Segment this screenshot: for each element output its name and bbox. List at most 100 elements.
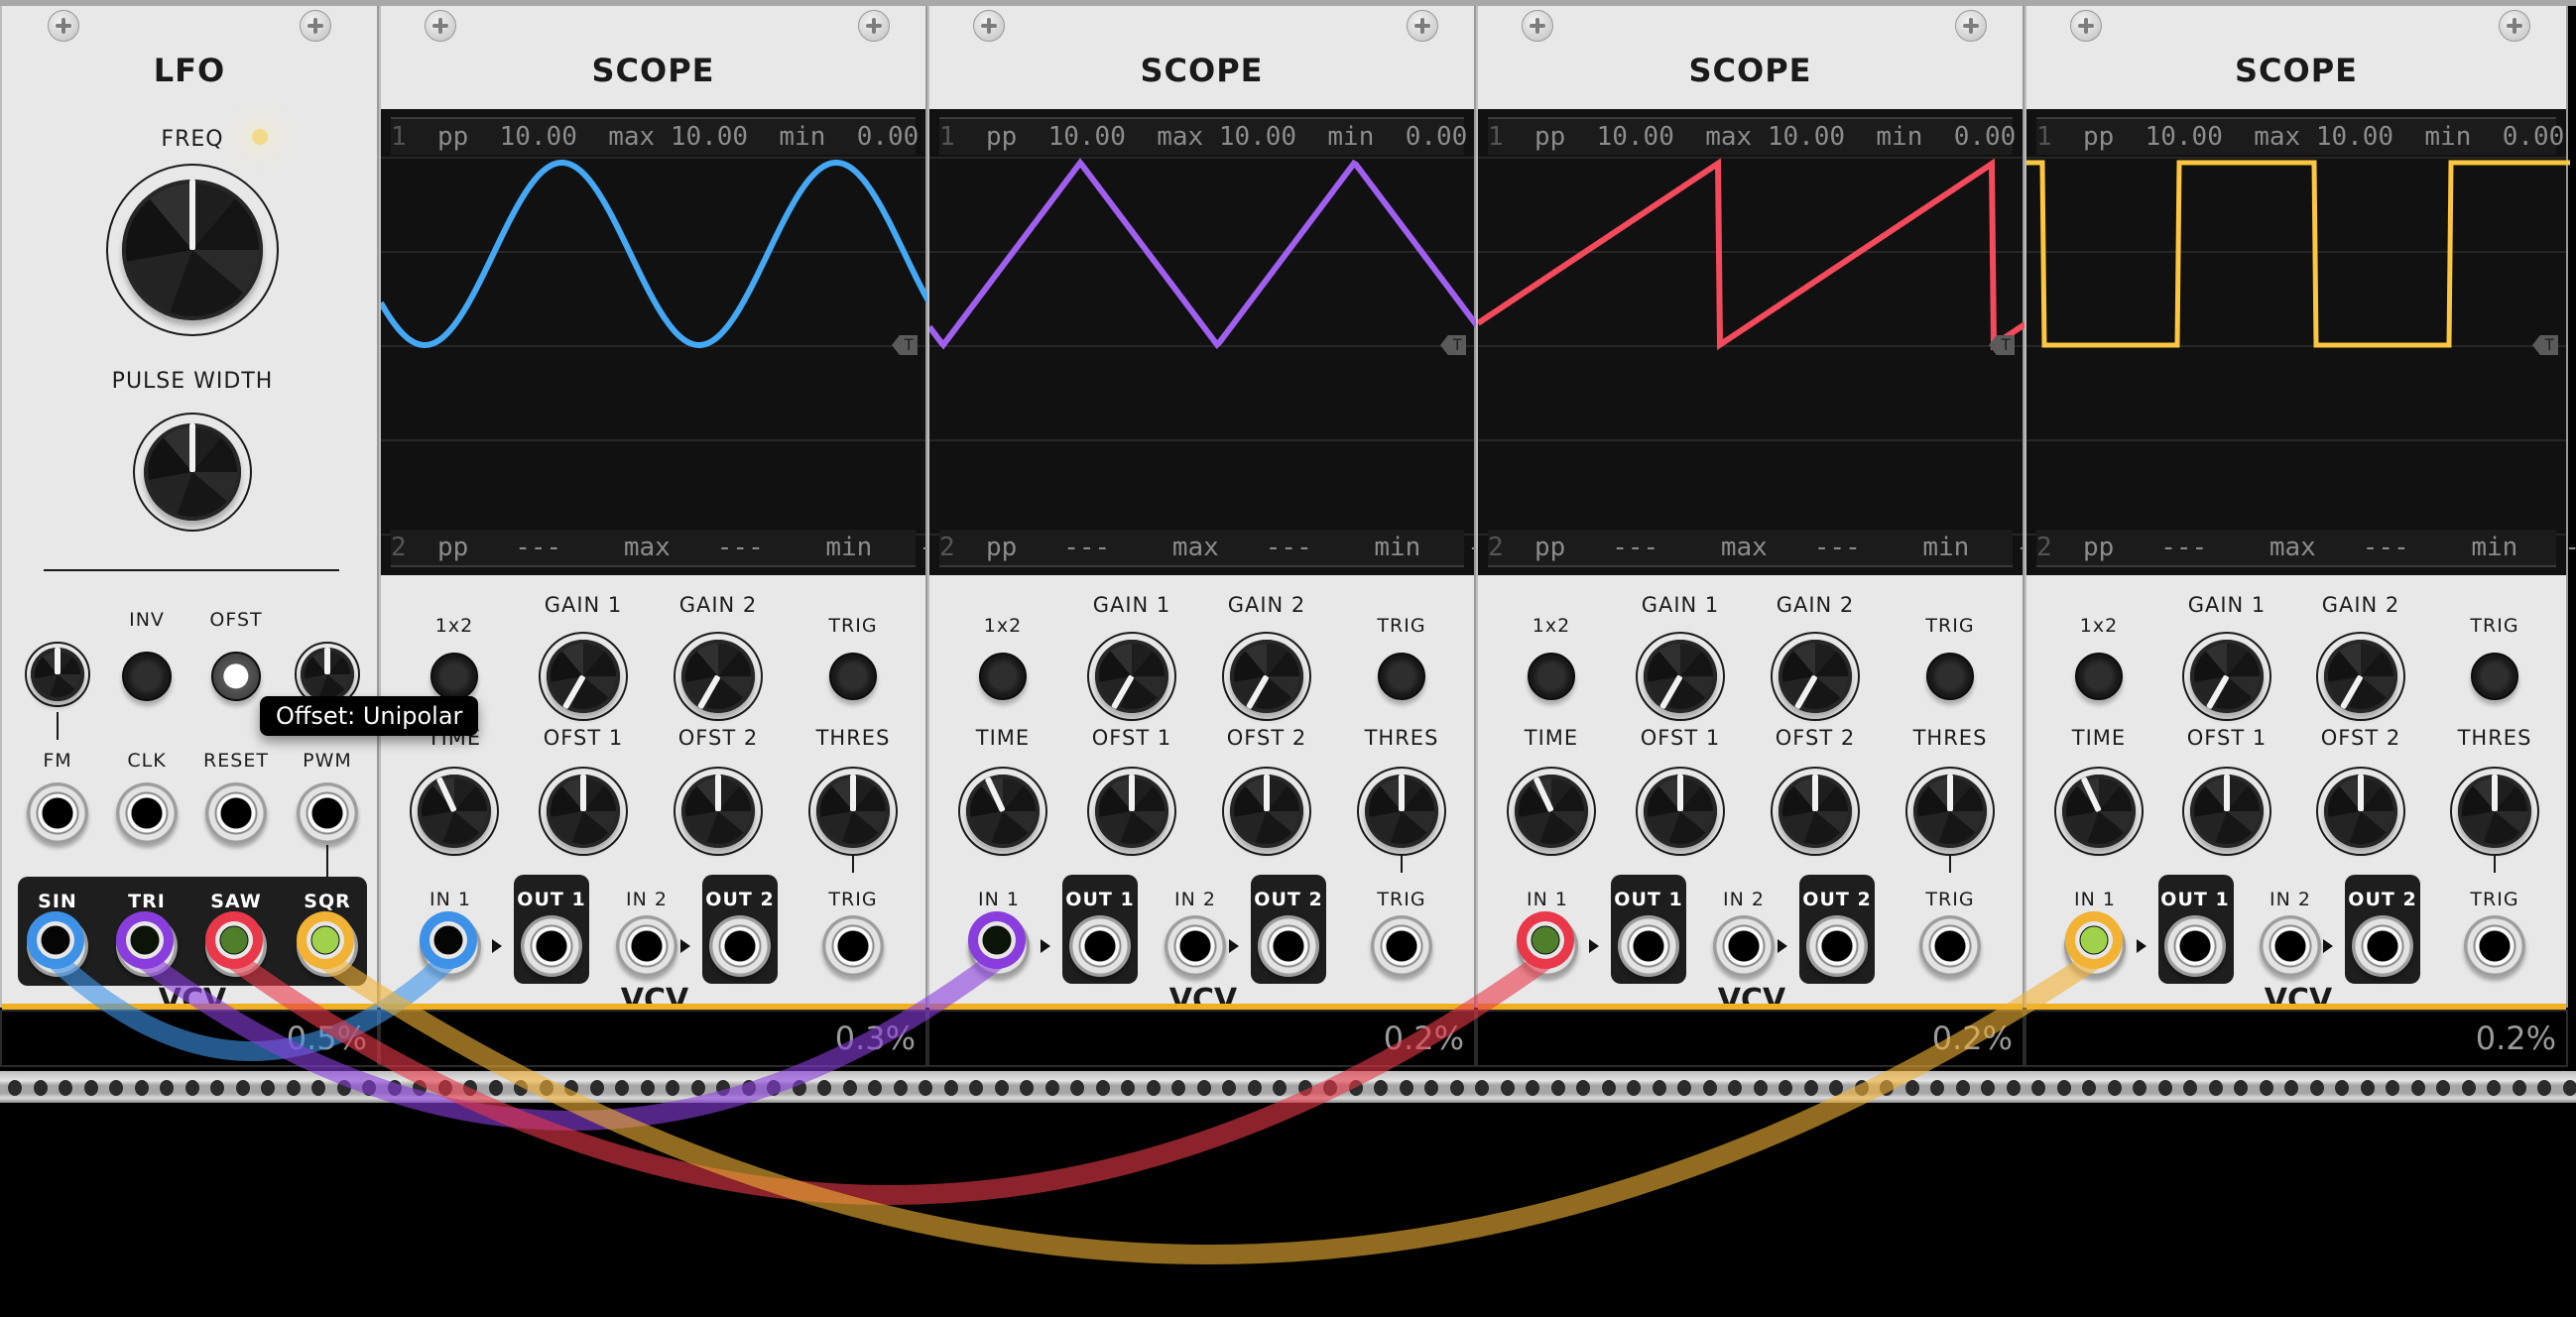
gain2-knob[interactable] xyxy=(2316,632,2405,721)
time-knob[interactable] xyxy=(2054,767,2144,856)
out1-jack[interactable] xyxy=(1618,915,1679,977)
gain1-knob[interactable] xyxy=(539,632,628,721)
pwm-input-jack[interactable] xyxy=(297,782,358,844)
invert-button[interactable] xyxy=(122,652,172,701)
input-label-clk: CLK xyxy=(127,750,167,772)
ofst1-knob[interactable] xyxy=(539,767,628,856)
reset-input-jack[interactable] xyxy=(205,782,267,844)
trig-input-jack[interactable] xyxy=(2464,915,2525,977)
tri-output-jack[interactable] xyxy=(116,915,178,977)
gain2-knob[interactable] xyxy=(674,632,763,721)
time-knob[interactable] xyxy=(1507,767,1596,856)
out2-jack[interactable] xyxy=(1258,915,1319,977)
screw-icon xyxy=(48,10,79,42)
rail-hole xyxy=(994,1080,1009,1096)
in1-jack[interactable] xyxy=(420,915,481,977)
scope-display[interactable]: 1 pp 10.00 max 10.00 min 0.00 T 2 pp ---… xyxy=(929,109,1514,575)
1x2-label: 1x2 xyxy=(2079,615,2119,637)
in1-jack[interactable] xyxy=(2064,915,2126,977)
fm-input-jack[interactable] xyxy=(27,782,88,844)
time-label: TIME xyxy=(2071,726,2127,750)
offset-button[interactable] xyxy=(211,652,261,701)
max-value: 10.00 xyxy=(2315,122,2394,152)
out1-jack[interactable] xyxy=(1069,915,1131,977)
knob-indicator xyxy=(55,647,61,674)
signal-arrow-icon xyxy=(680,939,690,953)
min-label: min xyxy=(1374,533,1421,562)
ofst1-knob[interactable] xyxy=(1636,767,1725,856)
ofst2-knob[interactable] xyxy=(674,767,763,856)
rail-hole xyxy=(1829,1080,1843,1096)
trig-input-jack[interactable] xyxy=(1371,915,1432,977)
trig-input-jack[interactable] xyxy=(822,915,884,977)
out1-jack[interactable] xyxy=(521,915,582,977)
ofst2-knob[interactable] xyxy=(1771,767,1860,856)
in2-jack[interactable] xyxy=(616,915,677,977)
channel-number: 1 xyxy=(2036,122,2052,152)
1x2-button[interactable] xyxy=(430,653,478,700)
scope-module: SCOPE 1 pp 10.00 max 10.00 min 0.00 T 2 … xyxy=(2024,6,2576,1008)
in1-jack[interactable] xyxy=(1517,915,1578,977)
out2-jack[interactable] xyxy=(2352,915,2413,977)
in2-label: IN 2 xyxy=(1723,889,1765,910)
trig-button[interactable] xyxy=(2471,653,2518,700)
ofst2-knob[interactable] xyxy=(1222,767,1311,856)
ofst2-label: OFST 2 xyxy=(2320,726,2401,750)
max-label: max xyxy=(2269,533,2316,562)
out1-jack[interactable] xyxy=(2164,915,2226,977)
gain1-knob[interactable] xyxy=(2182,632,2271,721)
time-knob[interactable] xyxy=(958,767,1047,856)
pulse-width-knob[interactable] xyxy=(133,413,252,532)
scope-display[interactable]: 1 pp 10.00 max 10.00 min 0.00 T 2 pp ---… xyxy=(2026,109,2576,575)
out2-jack[interactable] xyxy=(709,915,771,977)
trig-button[interactable] xyxy=(829,653,877,700)
scope-display[interactable]: 1 pp 10.00 max 10.00 min 0.00 T 2 pp ---… xyxy=(381,109,965,575)
time-knob[interactable] xyxy=(410,767,499,856)
out2-jack[interactable] xyxy=(1806,915,1868,977)
1x2-button[interactable] xyxy=(1528,653,1575,700)
max-value: --- xyxy=(1265,533,1312,562)
fm-attenuator-knob[interactable] xyxy=(25,642,90,707)
cpu-meter: 0.5% xyxy=(0,1004,379,1067)
ofst2-knob[interactable] xyxy=(2316,767,2405,856)
lfo-module: LFO FREQ PULSE WIDTH INV OFST FM CLK RES… xyxy=(0,6,379,1008)
trig-button[interactable] xyxy=(1926,653,1974,700)
ofst1-knob[interactable] xyxy=(1087,767,1176,856)
cpu-bar xyxy=(1478,1004,2023,1010)
saw-output-jack[interactable] xyxy=(205,915,267,977)
screw-icon xyxy=(973,10,1005,42)
1x2-button[interactable] xyxy=(979,653,1027,700)
gain2-knob[interactable] xyxy=(1771,632,1860,721)
sin-output-jack[interactable] xyxy=(27,915,88,977)
rail-hole xyxy=(1374,1080,1388,1096)
knob-indicator xyxy=(189,422,195,472)
gain2-knob[interactable] xyxy=(1222,632,1311,721)
channel-1-stats: 1 pp 10.00 max 10.00 min 0.00 xyxy=(2036,117,2564,155)
in2-jack[interactable] xyxy=(1713,915,1775,977)
thres-knob[interactable] xyxy=(1905,767,1995,856)
thres-knob[interactable] xyxy=(808,767,898,856)
gain1-knob[interactable] xyxy=(1636,632,1725,721)
scope-display[interactable]: 1 pp 10.00 max 10.00 min 0.00 T 2 pp ---… xyxy=(1478,109,2062,575)
ofst1-knob[interactable] xyxy=(2182,767,2271,856)
clk-input-jack[interactable] xyxy=(116,782,178,844)
in2-jack[interactable] xyxy=(2260,915,2321,977)
trig-button[interactable] xyxy=(1378,653,1425,700)
knob-indicator xyxy=(2358,775,2364,811)
in1-jack[interactable] xyxy=(968,915,1030,977)
rail-hole xyxy=(1576,1080,1590,1096)
in2-jack[interactable] xyxy=(1165,915,1226,977)
thres-knob[interactable] xyxy=(1357,767,1446,856)
trig-input-jack[interactable] xyxy=(1919,915,1981,977)
sqr-output-jack[interactable] xyxy=(297,915,358,977)
min-label: min xyxy=(779,122,826,152)
freq-knob[interactable] xyxy=(106,164,279,336)
thres-knob[interactable] xyxy=(2450,767,2539,856)
pp-label: pp xyxy=(2082,122,2115,152)
1x2-button[interactable] xyxy=(2075,653,2123,700)
gain1-knob[interactable] xyxy=(1087,632,1176,721)
pp-value: 10.00 xyxy=(2145,122,2223,152)
screw-icon xyxy=(1955,10,1987,42)
rail-hole xyxy=(615,1080,629,1096)
max-value: --- xyxy=(2362,533,2409,562)
